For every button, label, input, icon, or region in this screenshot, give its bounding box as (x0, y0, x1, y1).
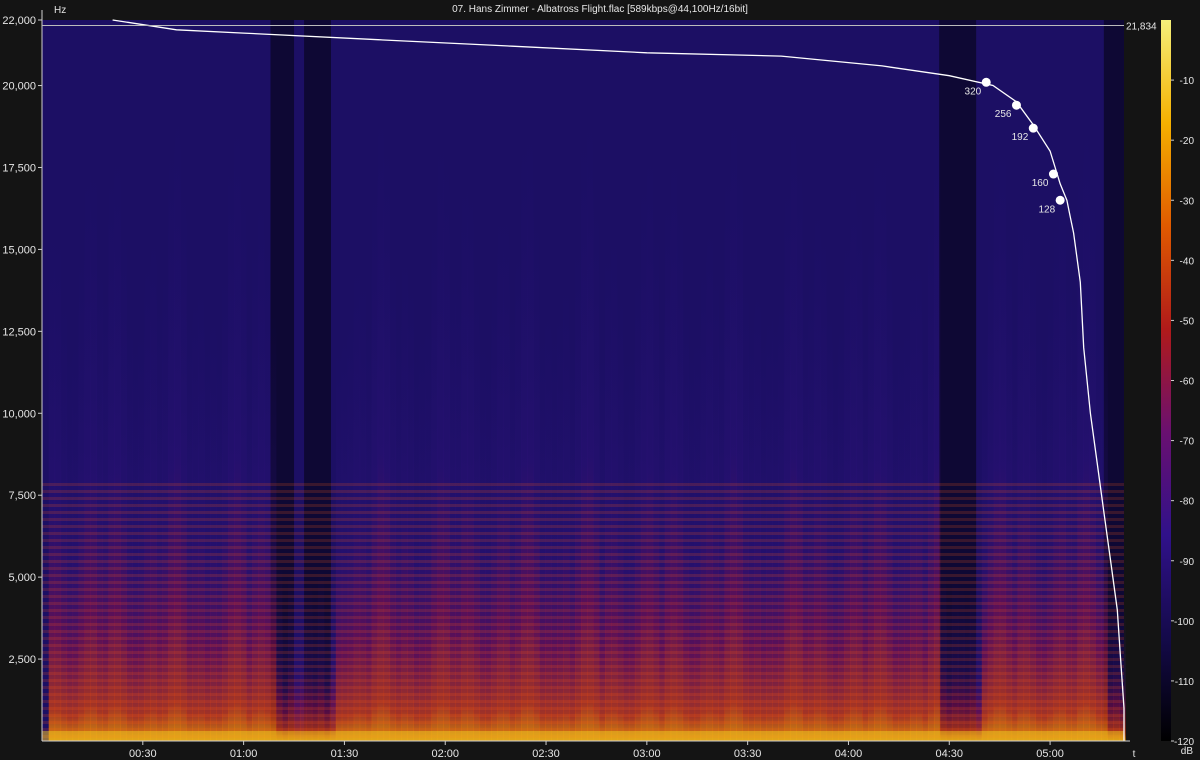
x-tick-label: 01:30 (331, 748, 359, 760)
colorbar-label: dB (1181, 746, 1194, 757)
y-axis-label: Hz (54, 5, 66, 16)
max-frequency-label: 21,834 (1126, 21, 1157, 32)
x-axis-label: t (1133, 749, 1136, 760)
y-tick-label: 10,000 (2, 408, 36, 420)
spectrogram-chart: 320 256 192 160 128 22,000 20,000 17,500 15,000… (2, 5, 1194, 760)
y-tick-label: 17,500 (2, 162, 36, 174)
db-tick-label: -80 (1180, 497, 1195, 508)
bitrate-marker-label: 160 (1032, 178, 1049, 189)
low-frequency-band (42, 731, 1124, 741)
db-tick-label: -60 (1180, 377, 1195, 388)
db-tick-label: -40 (1180, 256, 1195, 267)
bitrate-marker-label: 256 (995, 109, 1012, 120)
harmonic-texture (42, 481, 1124, 741)
y-tick-label: 12,500 (2, 326, 36, 338)
bitrate-marker (1055, 195, 1065, 205)
colorbar-gradient (1161, 20, 1171, 741)
y-tick-label: 22,000 (2, 15, 36, 27)
y-tick-label: 7,500 (8, 490, 36, 502)
x-tick-label: 02:00 (431, 748, 459, 760)
bitrate-marker (1011, 100, 1021, 110)
db-tick-label: -10 (1180, 76, 1195, 87)
db-colorbar: -10-20-30-40-50-60-70-80-90-100-110-120d… (1161, 20, 1194, 757)
db-tick-label: -110 (1175, 677, 1195, 688)
bitrate-marker (981, 77, 991, 87)
y-tick-label: 15,000 (2, 244, 36, 256)
x-tick-label: 03:30 (734, 748, 762, 760)
x-tick-label: 03:00 (633, 748, 661, 760)
db-tick-label: -30 (1180, 196, 1195, 207)
x-tick-label: 05:00 (1036, 748, 1064, 760)
x-tick-label: 02:30 (532, 748, 560, 760)
db-tick-label: -70 (1180, 437, 1195, 448)
db-tick-label: -100 (1174, 617, 1194, 628)
x-tick-label: 00:30 (129, 748, 157, 760)
x-tick-label: 04:30 (936, 748, 964, 760)
db-tick-label: -90 (1180, 557, 1195, 568)
bitrate-marker-label: 192 (1012, 132, 1029, 143)
bitrate-marker-label: 128 (1038, 204, 1055, 215)
y-tick-label: 20,000 (2, 81, 36, 93)
y-tick-label: 5,000 (8, 572, 36, 584)
bitrate-marker-label: 320 (965, 86, 982, 97)
bitrate-marker (1028, 123, 1038, 133)
db-tick-label: -20 (1180, 136, 1195, 147)
bitrate-marker (1048, 169, 1058, 179)
db-tick-label: -50 (1180, 316, 1195, 327)
x-tick-label: 04:00 (835, 748, 863, 760)
y-tick-label: 2,500 (8, 654, 36, 666)
spectrogram-plot: 320 256 192 160 128 (42, 19, 1126, 742)
x-tick-label: 01:00 (230, 748, 258, 760)
